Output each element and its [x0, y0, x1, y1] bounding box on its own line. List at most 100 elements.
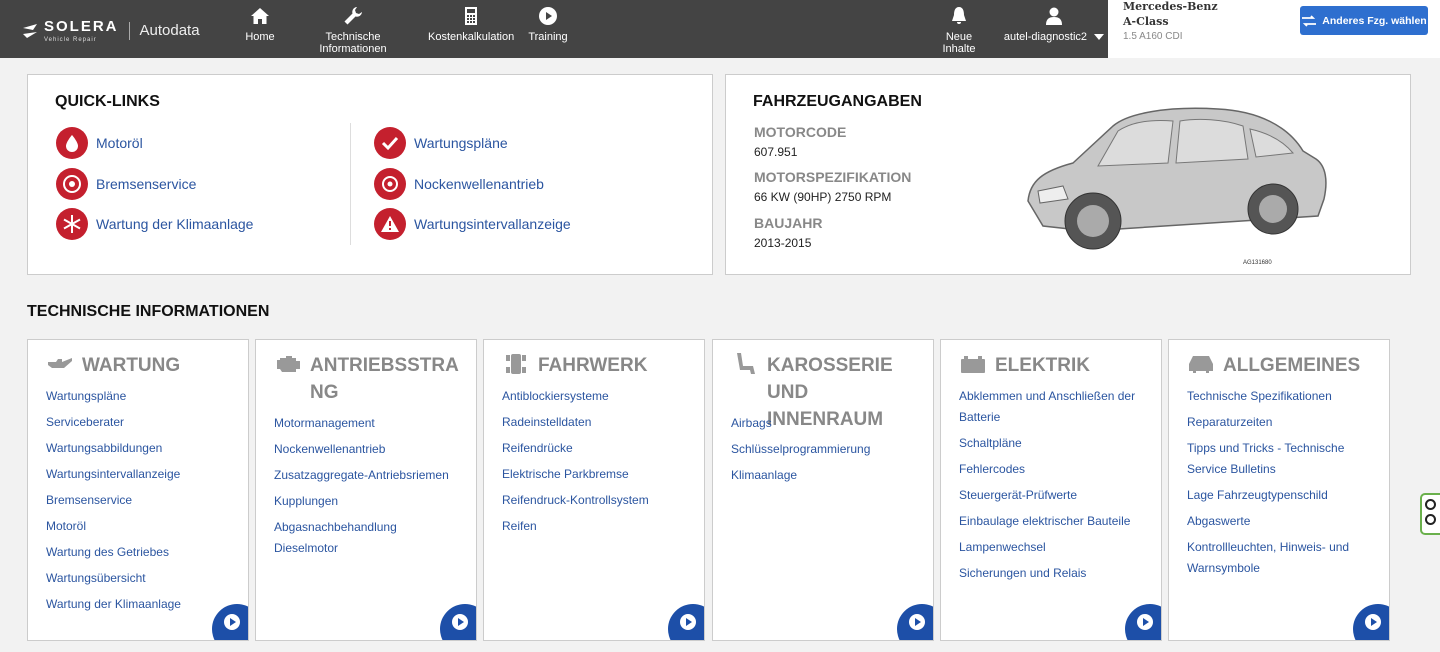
card-play-button[interactable]	[897, 604, 933, 640]
seat-icon	[731, 352, 761, 378]
card-link[interactable]: Schlüsselprogrammierung	[731, 439, 921, 460]
card-link[interactable]: Airbags	[731, 413, 921, 434]
card-link[interactable]: Bremsenservice	[46, 490, 236, 511]
card-link[interactable]: Wartungsübersicht	[46, 568, 236, 589]
card-link[interactable]: Schaltpläne	[959, 433, 1149, 454]
checkmark-icon	[374, 127, 406, 159]
vehicle-image: AG131680	[1027, 107, 1327, 266]
nav-new-content[interactable]: Neue Inhalte	[928, 6, 990, 55]
close-icon[interactable]	[1425, 499, 1436, 510]
card-link[interactable]: Fehlercodes	[959, 459, 1149, 480]
nav-training[interactable]: Training	[527, 6, 569, 52]
card-play-button[interactable]	[668, 604, 704, 640]
nav-home[interactable]: Home	[244, 6, 276, 52]
nav-training-label: Training	[528, 31, 568, 43]
oil-drop-icon	[56, 127, 88, 159]
card-link[interactable]: Motoröl	[46, 516, 236, 537]
quicklink-label: Wartung der Klimaanlage	[96, 216, 254, 232]
card-play-button[interactable]	[1125, 604, 1161, 640]
nav-cost-calculation[interactable]: Kostenkalkulation	[428, 6, 514, 52]
play-icon	[909, 614, 925, 630]
change-vehicle-button[interactable]: Anderes Fzg. wählen	[1300, 6, 1428, 35]
card-electrics: ELEKTRIK Abklemmen und Anschließen der B…	[940, 339, 1162, 641]
card-link[interactable]: Klimaanlage	[731, 465, 921, 486]
side-feedback-widget[interactable]	[1420, 493, 1440, 535]
card-link[interactable]: Elektrische Parkbremse	[502, 464, 692, 485]
swap-arrows-icon	[1302, 14, 1317, 27]
quicklink-engine-oil[interactable]: Motoröl	[56, 127, 143, 159]
card-title: ELEKTRIK	[995, 355, 1090, 376]
user-menu-label: autel-diagnostic2	[1003, 31, 1088, 43]
card-link[interactable]: Serviceberater	[46, 412, 236, 433]
quicklink-ac-service[interactable]: Wartung der Klimaanlage	[56, 208, 253, 240]
quicklink-service-indicator[interactable]: Wartungsintervallanzeige	[374, 208, 571, 240]
card-play-button[interactable]	[1353, 604, 1389, 640]
card-header: ALLGEMEINES	[1187, 352, 1375, 379]
card-header: WARTUNG	[46, 352, 234, 379]
card-link[interactable]: Wartungsabbildungen	[46, 438, 236, 459]
engine-code-value: 607.951	[754, 145, 798, 159]
card-link[interactable]: Radeinstelldaten	[502, 412, 692, 433]
quicklink-label: Nockenwellenantrieb	[414, 176, 544, 192]
card-link[interactable]: Kontrollleuchten, Hinweis- und Warnsymbo…	[1187, 537, 1377, 579]
card-link[interactable]: Motormanagement	[274, 413, 464, 434]
card-general: ALLGEMEINES Technische Spezifikationen R…	[1168, 339, 1390, 641]
card-link[interactable]: Nockenwellenantrieb	[274, 439, 464, 460]
card-drivetrain: ANTRIEBSSTRANG Motormanagement Nockenwel…	[255, 339, 477, 641]
vehicle-engine: 1.5 A160 CDI	[1123, 31, 1183, 42]
card-link[interactable]: Reifendruck-Kontrollsystem	[502, 490, 692, 511]
card-link[interactable]: Zusatzaggregate-Antriebsriemen	[274, 465, 464, 486]
card-link[interactable]: Reifendrücke	[502, 438, 692, 459]
nav-technical-info-label: Technische Informationen	[319, 31, 387, 55]
technical-info-title: TECHNISCHE INFORMATIONEN	[27, 303, 270, 320]
card-title: FAHRWERK	[538, 355, 648, 376]
chassis-icon	[502, 352, 532, 378]
top-navigation-bar: SOLERA Vehicle Repair Autodata Home Tech…	[0, 0, 1108, 58]
card-link[interactable]: Abklemmen und Anschließen der Batterie	[959, 386, 1149, 428]
quicklink-service-schedules[interactable]: Wartungspläne	[374, 127, 508, 159]
logo-product-name: Autodata	[139, 22, 200, 39]
card-link-list: Abklemmen und Anschließen der Batterie S…	[959, 386, 1149, 589]
year-label: BAUJAHR	[754, 215, 823, 231]
solera-logo[interactable]: SOLERA Vehicle Repair Autodata	[22, 18, 200, 43]
quicklink-brake-service[interactable]: Bremsenservice	[56, 168, 196, 200]
card-link[interactable]: Wartung der Klimaanlage	[46, 594, 236, 615]
nav-home-label: Home	[245, 31, 275, 43]
timing-belt-icon	[374, 168, 406, 200]
quicklink-label: Motoröl	[96, 135, 143, 151]
card-link[interactable]: Abgaswerte	[1187, 511, 1377, 532]
nav-technical-info[interactable]: Technische Informationen	[291, 6, 415, 55]
snowflake-icon	[56, 208, 88, 240]
card-link[interactable]: Wartungspläne	[46, 386, 236, 407]
card-link[interactable]: Abgasnachbehandlung Dieselmotor	[274, 517, 464, 559]
card-link[interactable]: Steuergerät-Prüfwerte	[959, 485, 1149, 506]
card-header: FAHRWERK	[502, 352, 690, 379]
card-link-list: Airbags Schlüsselprogrammierung Klimaanl…	[731, 413, 921, 491]
card-title: ANTRIEBSSTRANG	[310, 355, 459, 403]
card-link[interactable]: Wartungsintervallanzeige	[46, 464, 236, 485]
quicklink-camshaft-drive[interactable]: Nockenwellenantrieb	[374, 168, 544, 200]
card-link[interactable]: Wartung des Getriebes	[46, 542, 236, 563]
card-link[interactable]: Lampenwechsel	[959, 537, 1149, 558]
nav-new-content-label: Neue Inhalte	[942, 31, 976, 55]
vehicle-model: A-Class	[1123, 15, 1169, 28]
wrench-icon	[291, 6, 415, 28]
card-link[interactable]: Reifen	[502, 516, 692, 537]
quick-links-panel: QUICK-LINKS Motoröl Bremsenservice Wartu…	[27, 74, 713, 275]
vehicle-make: Mercedes-Benz	[1123, 0, 1218, 13]
user-menu[interactable]: autel-diagnostic2	[1003, 6, 1105, 52]
engine-icon	[274, 352, 304, 378]
card-link[interactable]: Technische Spezifikationen	[1187, 386, 1377, 407]
card-link[interactable]: Tipps und Tricks - Technische Service Bu…	[1187, 438, 1377, 480]
card-link[interactable]: Reparaturzeiten	[1187, 412, 1377, 433]
card-link[interactable]: Kupplungen	[274, 491, 464, 512]
info-icon[interactable]	[1425, 514, 1436, 525]
card-play-button[interactable]	[440, 604, 476, 640]
card-link[interactable]: Einbaulage elektrischer Bauteile	[959, 511, 1149, 532]
card-chassis: FAHRWERK Antiblockiersysteme Radeinstell…	[483, 339, 705, 641]
card-link[interactable]: Sicherungen und Relais	[959, 563, 1149, 584]
card-link[interactable]: Antiblockiersysteme	[502, 386, 692, 407]
card-link[interactable]: Lage Fahrzeugtypenschild	[1187, 485, 1377, 506]
card-link-list: Antiblockiersysteme Radeinstelldaten Rei…	[502, 386, 692, 542]
card-maintenance: WARTUNG Wartungspläne Serviceberater War…	[27, 339, 249, 641]
